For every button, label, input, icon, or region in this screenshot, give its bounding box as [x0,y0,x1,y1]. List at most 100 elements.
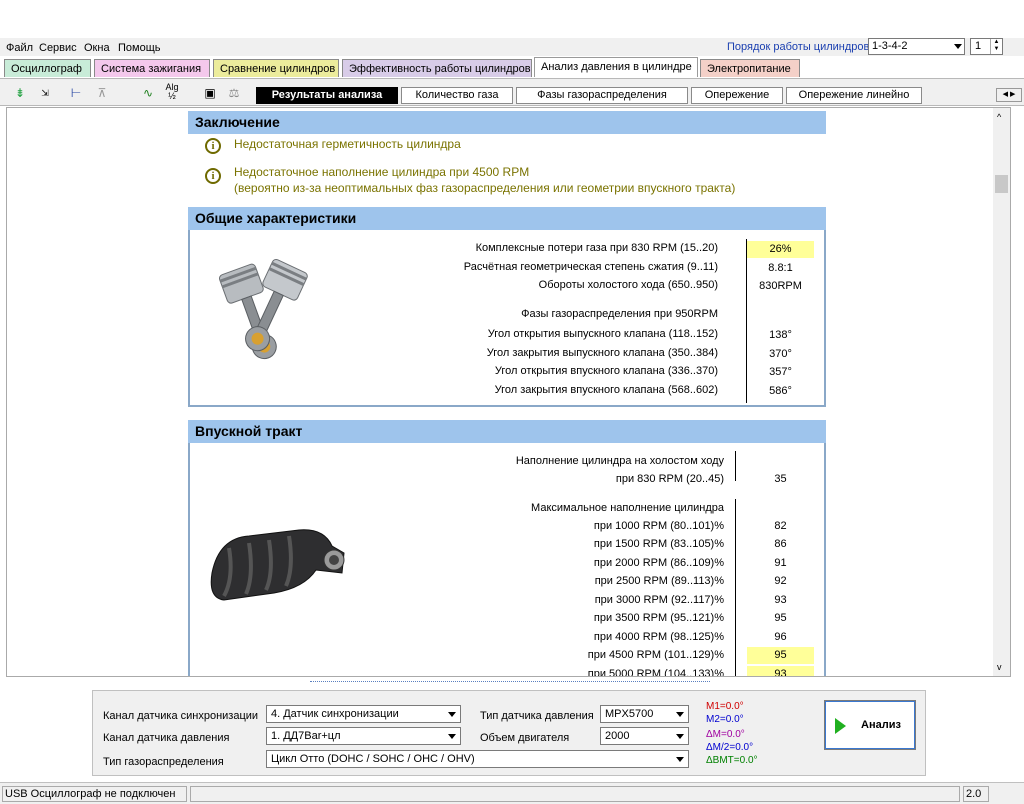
panel-splitter[interactable] [310,681,710,686]
main-tabs: Осциллограф Система зажигания Сравнение … [0,57,1024,78]
phase-value: 138° [769,329,792,341]
menu-file[interactable]: Файл [6,42,33,54]
sync-channel-select[interactable]: 4. Датчик синхронизации [266,705,461,723]
chevron-up-icon[interactable]: ^ [997,112,1001,122]
marker-delta-half: ΔM/2=0.0° [706,742,754,753]
pressure-channel-value: 1. ДД7Bar+цл [271,730,341,742]
tab-pressure-analysis[interactable]: Анализ давления в цилиндре [534,57,698,77]
gas-loss-label: Комплексные потери газа при 830 RPM (15.… [475,242,718,254]
scale-icon[interactable]: ⊼ [92,83,112,103]
fill-row: при 1500 RPM (83..105)% [593,538,724,550]
fill-row: при 1000 RPM (80..101)% [593,520,724,532]
fill-value: 95 [774,612,787,624]
scroll-thumb[interactable] [995,175,1008,193]
markers-icon[interactable]: ⇟ [10,83,30,103]
engine-volume-value: 2000 [605,730,630,742]
auto-scale-icon[interactable]: ⊢ [66,83,86,103]
analyze-button-label: Анализ [861,719,901,731]
conclusion-header: Заключение [188,111,826,134]
intake-manifold-image [210,529,345,601]
pressure-channel-label: Канал датчика давления [103,732,230,744]
cylinder-order-value: 1-3-4-2 [872,40,908,52]
fill-value: 96 [774,631,787,643]
menu-help[interactable]: Помощь [118,42,161,54]
chevron-down-icon [676,734,684,739]
cylinder-order-label: Порядок работы цилиндров [727,41,870,53]
subtab-advance[interactable]: Опережение [691,87,783,104]
menu-service[interactable]: Сервис [39,42,77,54]
sync-channel-value: 4. Датчик синхронизации [271,708,399,720]
cylinder-numbers-icon[interactable]: ⇲ [35,83,55,103]
compression-value: 8.8:1 [768,262,793,274]
subtab-results[interactable]: Результаты анализа [256,87,398,104]
results-panel: Заключение i Недостаточная герметичность… [6,107,1011,677]
toolbar: ⇟ ⇲ ⊢ ⊼ ∿ Alg ½ ▣ ⚖ Результаты анализа Ко… [0,78,1024,106]
fill-row: при 2500 RPM (89..113)% [594,575,724,587]
sensor-type-label: Тип датчика давления [480,710,594,722]
analyze-button[interactable]: Анализ [824,700,916,750]
phase-value: 357° [769,366,792,378]
sensor-type-select[interactable]: MPX5700 [600,705,689,723]
fill-value: 95 [747,647,814,664]
sync-channel-label: Канал датчика синхронизации [103,710,259,722]
fill-row: при 3000 RPM (92..117)% [594,594,724,606]
phase-row: Угол закрытия выпускного клапана (350..3… [486,347,718,359]
marker-m1: M1=0.0° [706,701,744,712]
fill-value: 93 [747,666,814,676]
status-connection: USB Осциллограф не подключен [2,786,187,802]
marker-delta-bmt: ΔBMT=0.0° [706,755,758,766]
tab-power-supply[interactable]: Электропитание [700,59,800,77]
play-icon [835,718,846,734]
line-chart-icon[interactable]: ∿ [138,83,158,103]
engine-volume-select[interactable]: 2000 [600,727,689,745]
status-middle [190,786,960,802]
pressure-channel-select[interactable]: 1. ДД7Bar+цл [266,727,461,745]
algorithm-icon[interactable]: Alg ½ [162,83,182,103]
subtab-advance-linear[interactable]: Опережение линейно [786,87,922,104]
fill-value: 93 [774,594,787,606]
intake-header: Впускной тракт [188,420,826,443]
idle-fill-title: Наполнение цилиндра на холостом ходу [515,455,724,467]
fill-row: при 4000 RPM (98..125)% [593,631,724,643]
timing-type-value: Цикл Отто (DOHC / SOHC / OHC / OHV) [271,753,475,765]
chevron-down-icon [448,734,456,739]
idle-fill-label: при 830 RPM (20..45) [615,473,724,485]
chevron-down-icon [676,712,684,717]
tab-scroll-arrows-icon[interactable]: ◀ ▶ [996,88,1022,102]
timing-type-label: Тип газораспределения [103,756,224,768]
phases-title: Фазы газораспределения при 950RPM [521,308,718,320]
chevron-down-icon[interactable]: v [997,662,1002,672]
subtab-gas-amount[interactable]: Количество газа [401,87,513,104]
marker-delta: ΔM=0.0° [706,729,745,740]
chevron-down-icon [954,44,962,49]
app-window: Файл Сервис Окна Помощь Порядок работы ц… [0,0,1024,804]
tab-cylinder-compare[interactable]: Сравнение цилиндров [213,59,339,77]
settings-panel: Канал датчика синхронизации 4. Датчик си… [92,690,926,776]
fill-row: при 2000 RPM (86..109)% [593,557,724,569]
fill-value: 91 [774,557,787,569]
max-fill-title: Максимальное наполнение цилиндра [531,502,724,514]
fill-row: при 3500 RPM (95..121)% [593,612,724,624]
subtab-valve-timing[interactable]: Фазы газораспределения [516,87,688,104]
save-icon[interactable]: ▣ [200,83,220,103]
menu-windows[interactable]: Окна [84,42,110,54]
tab-cylinder-efficiency[interactable]: Эффективность работы цилиндров [342,59,532,77]
chevron-down-icon [676,757,684,762]
gas-loss-value: 26% [747,241,814,258]
engine-volume-label: Объем двигателя [480,732,570,744]
tab-ignition[interactable]: Система зажигания [94,59,210,77]
fill-value: 92 [774,575,787,587]
cylinder-spin[interactable]: 1 ▲ ▼ [970,38,1003,55]
vertical-scrollbar[interactable]: ^ v [993,108,1010,676]
phase-value: 370° [769,348,792,360]
info-icon: i [205,168,221,184]
cylinder-order-select[interactable]: 1-3-4-2 [868,38,965,55]
general-header: Общие характеристики [188,207,826,230]
tab-oscilloscope[interactable]: Осциллограф [4,59,91,77]
timing-type-select[interactable]: Цикл Отто (DOHC / SOHC / OHC / OHV) [266,750,689,768]
phase-row: Угол открытия впускного клапана (336..37… [494,365,718,377]
spin-arrows-icon[interactable]: ▲ ▼ [990,39,1002,54]
compression-label: Расчётная геометрическая степень сжатия … [463,261,718,273]
sensor-type-value: MPX5700 [605,708,654,720]
scales-icon[interactable]: ⚖ [224,83,244,103]
